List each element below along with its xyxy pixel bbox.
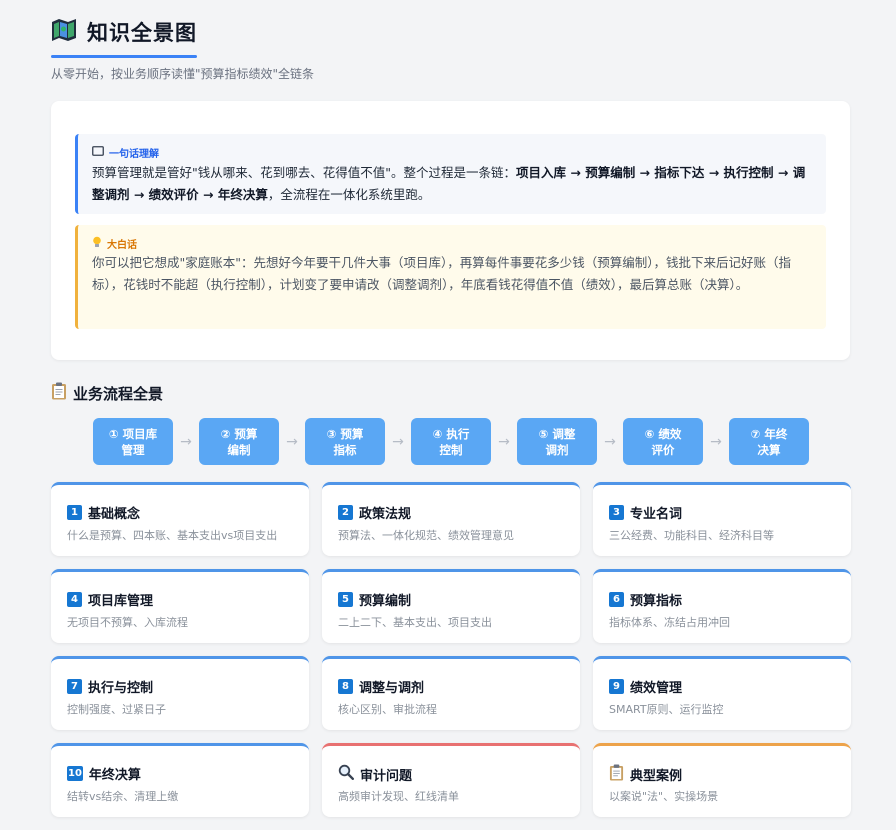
module-card-audit[interactable]: 审计问题 高频审计发现、红线清单 (322, 743, 580, 817)
page-header: 知识全景图 从零开始，按业务顺序读懂"预算指标绩效"全链条 (51, 17, 314, 81)
flow-arrow: → (710, 433, 722, 450)
number-badge: 4 (67, 592, 82, 607)
card-title: 典型案例 (630, 769, 683, 784)
card-desc: 高频审计发现、红线清单 (338, 790, 459, 803)
flow-arrow: → (180, 433, 192, 450)
flow-step-execution-control[interactable]: ④ 执行 控制 (411, 418, 491, 465)
title-underline (51, 55, 197, 58)
oneline-text: 预算管理就是管好"钱从哪来、花到哪去、花得值不值"。整个过程是一条链：项目入库 … (92, 165, 806, 202)
flow-step-adjustment[interactable]: ⑤ 调整 调剂 (517, 418, 597, 465)
flow-step-budget-indicators[interactable]: ③ 预算 指标 (305, 418, 385, 465)
card-title: 项目库管理 (88, 594, 154, 609)
flow-step-final-accounts[interactable]: ⑦ 年终 决算 (729, 418, 809, 465)
clipboard-icon (609, 764, 624, 785)
card-desc: 三公经费、功能科目、经济科目等 (609, 529, 774, 542)
plain-text: 你可以把它想成"家庭账本"：先想好今年要干几件大事（项目库），再算每件事要花多少… (92, 255, 792, 292)
flow-step-budget-prep[interactable]: ② 预算 编制 (199, 418, 279, 465)
card-title: 基础概念 (88, 507, 141, 522)
magnifier-icon (338, 764, 355, 784)
number-badge: 6 (609, 592, 624, 607)
summary-card: 一句话理解 预算管理就是管好"钱从哪来、花到哪去、花得值不值"。整个过程是一条链… (51, 101, 850, 360)
card-desc: 以案说"法"、实操场景 (609, 790, 719, 803)
oneline-box: 一句话理解 预算管理就是管好"钱从哪来、花到哪去、花得值不值"。整个过程是一条链… (75, 134, 826, 214)
card-desc: 预算法、一体化规范、绩效管理意见 (338, 529, 514, 542)
module-grid: 1 基础概念 什么是预算、四本账、基本支出vs项目支出 2 政策法规 预算法、一体化… (51, 482, 851, 817)
number-badge: 9 (609, 679, 624, 694)
book-icon (92, 146, 104, 159)
oneline-label: 一句话理解 (92, 145, 159, 160)
number-badge: 8 (338, 679, 353, 694)
flow-arrow: → (392, 433, 404, 450)
number-badge: 3 (609, 505, 624, 520)
flow-step-project-library[interactable]: ① 项目库 管理 (93, 418, 173, 465)
module-card-budget-prep[interactable]: 5 预算编制 二上二下、基本支出、项目支出 (322, 569, 580, 643)
card-desc: 结转vs结余、清理上缴 (67, 790, 179, 803)
card-title: 绩效管理 (630, 681, 683, 696)
module-card-budget-indicators[interactable]: 6 预算指标 指标体系、冻结占用冲回 (593, 569, 851, 643)
card-desc: 什么是预算、四本账、基本支出vs项目支出 (67, 529, 278, 542)
plain-box: 大白话 你可以把它想成"家庭账本"：先想好今年要干几件大事（项目库），再算每件事… (75, 225, 826, 329)
card-title: 政策法规 (359, 507, 412, 522)
card-desc: 控制强度、过紧日子 (67, 703, 166, 716)
card-desc: SMART原则、运行监控 (609, 703, 724, 716)
card-title: 调整与调剂 (359, 681, 425, 696)
page-subtitle: 从零开始，按业务顺序读懂"预算指标绩效"全链条 (51, 67, 315, 81)
number-badge: 5 (338, 592, 353, 607)
plain-label: 大白话 (92, 236, 137, 251)
number-badge: 2 (338, 505, 353, 520)
lightbulb-icon (92, 236, 102, 251)
card-desc: 指标体系、冻结占用冲回 (609, 616, 730, 629)
flow-arrow: → (498, 433, 510, 450)
module-card-project-library[interactable]: 4 项目库管理 无项目不预算、入库流程 (51, 569, 309, 643)
number-badge: 7 (67, 679, 82, 694)
number-badge: 1 (67, 505, 82, 520)
card-title: 预算编制 (359, 594, 412, 609)
module-card-execution[interactable]: 7 执行与控制 控制强度、过紧日子 (51, 656, 309, 730)
module-card-final-accounts[interactable]: 10 年终决算 结转vs结余、清理上缴 (51, 743, 309, 817)
page-title: 知识全景图 (87, 21, 197, 45)
flow-step-performance[interactable]: ⑥ 绩效 评价 (623, 418, 703, 465)
number-badge: 10 (67, 766, 83, 781)
card-title: 专业名词 (630, 507, 683, 522)
card-desc: 核心区别、审批流程 (338, 703, 437, 716)
card-title: 执行与控制 (88, 681, 154, 696)
card-title: 审计问题 (360, 768, 413, 784)
flow-arrow: → (604, 433, 616, 450)
module-card-performance[interactable]: 9 绩效管理 SMART原则、运行监控 (593, 656, 851, 730)
flow-arrow: → (286, 433, 298, 450)
map-icon (51, 18, 77, 46)
module-card-adjustment[interactable]: 8 调整与调剂 核心区别、审批流程 (322, 656, 580, 730)
module-card-terms[interactable]: 3 专业名词 三公经费、功能科目、经济科目等 (593, 482, 851, 556)
module-card-basics[interactable]: 1 基础概念 什么是预算、四本账、基本支出vs项目支出 (51, 482, 309, 556)
card-title: 年终决算 (88, 768, 141, 783)
card-desc: 二上二下、基本支出、项目支出 (338, 616, 492, 629)
module-card-policy[interactable]: 2 政策法规 预算法、一体化规范、绩效管理意见 (322, 482, 580, 556)
card-desc: 无项目不预算、入库流程 (67, 616, 188, 629)
module-card-cases[interactable]: 典型案例 以案说"法"、实操场景 (593, 743, 851, 817)
flow-section-title: 业务流程全景 (51, 382, 163, 404)
process-flow: ① 项目库 管理 → ② 预算 编制 → ③ 预算 指标 → ④ 执行 控制 → ⑤ 调… (93, 418, 809, 465)
card-title: 预算指标 (630, 594, 683, 609)
clipboard-icon (51, 382, 67, 404)
